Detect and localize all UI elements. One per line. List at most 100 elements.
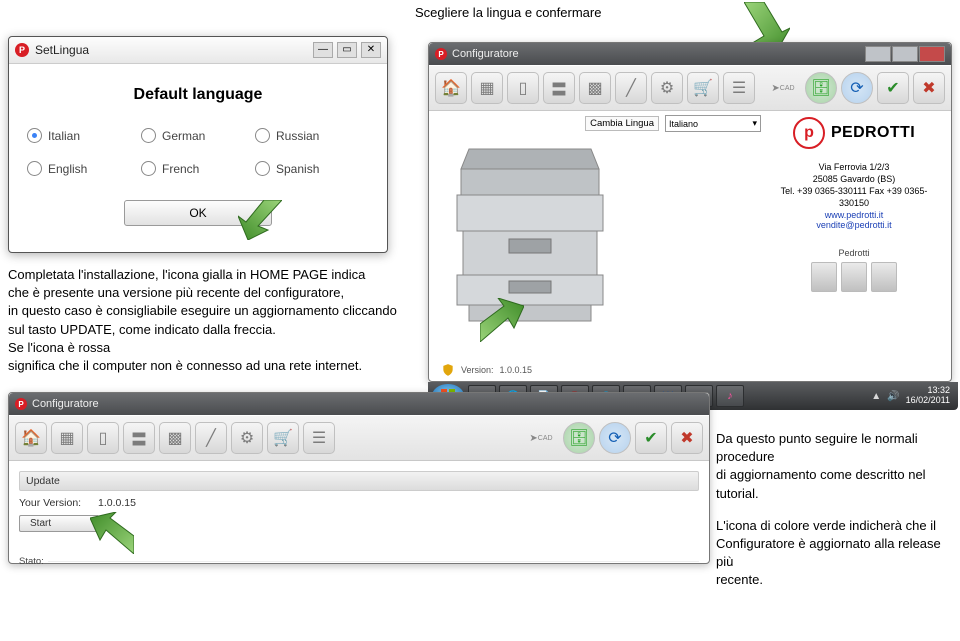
your-version-value: 1.0.0.15 — [98, 497, 136, 509]
taskbar-app[interactable]: ♪ — [716, 385, 744, 407]
toolbar-cad-icon[interactable]: ➤CAD — [523, 423, 559, 453]
lang-label: Spanish — [276, 162, 319, 176]
toolbar-column-icon[interactable]: 〓 — [123, 422, 155, 454]
toolbar-confirm-icon[interactable]: ✔ — [635, 422, 667, 454]
setlingua-titlebar: P SetLingua — ▭ ✕ — [9, 37, 387, 64]
toolbar-tower-icon[interactable]: ▩ — [579, 72, 611, 104]
instruction-paragraph: Completata l'installazione, l'icona gial… — [8, 266, 418, 375]
maximize-button[interactable]: ▭ — [337, 42, 357, 58]
toolbar-augers-icon[interactable]: ╱ — [615, 72, 647, 104]
toolbar-tools-icon[interactable]: ⚙ — [651, 72, 683, 104]
radio-icon — [255, 161, 270, 176]
radio-icon — [255, 128, 270, 143]
brand-email-link[interactable]: vendite@pedrotti.it — [769, 220, 939, 230]
close-button[interactable] — [919, 46, 945, 62]
toolbar-list-icon[interactable]: ☰ — [303, 422, 335, 454]
product-thumb[interactable] — [871, 262, 897, 292]
tray-icon[interactable]: ▲ — [871, 391, 881, 402]
arrow-to-version — [480, 298, 524, 342]
toolbar-database-icon[interactable]: 🗄 — [563, 422, 595, 454]
arrow-to-ok — [238, 200, 282, 240]
toolbar-column-icon[interactable]: 〓 — [543, 72, 575, 104]
toolbar-drum-icon[interactable]: ▯ — [87, 422, 119, 454]
toolbar-home-icon[interactable]: 🏠 — [15, 422, 47, 454]
brand-address: Via Ferrovia 1/2/3 25085 Gavardo (BS) Te… — [769, 161, 939, 210]
update-header: Update — [19, 471, 699, 491]
cambia-lingua-select[interactable]: Italiano ▾ — [665, 115, 761, 132]
toolbar-cart-icon[interactable]: 🛒 — [267, 422, 299, 454]
cambia-lingua-value: Italiano — [669, 119, 698, 129]
instruction-top: Scegliere la lingua e confermare — [415, 4, 601, 22]
cfg2-toolbar: 🏠 ▦ ▯ 〓 ▩ ╱ ⚙ 🛒 ☰ ➤CAD 🗄 ⟳ ✔ ✖ — [9, 415, 709, 461]
brand-site-link[interactable]: www.pedrotti.it — [769, 210, 939, 220]
tray-icon[interactable]: 🔊 — [887, 391, 899, 402]
cfg-titlebar: P Configuratore — [429, 43, 951, 65]
lang-label: Russian — [276, 129, 319, 143]
product-thumb[interactable] — [811, 262, 837, 292]
radio-icon — [27, 128, 42, 143]
addr-line: Via Ferrovia 1/2/3 — [769, 161, 939, 173]
close-button[interactable]: ✕ — [361, 42, 381, 58]
radio-icon — [141, 161, 156, 176]
lang-option-italian[interactable]: Italian — [27, 128, 141, 143]
p-line: Completata l'installazione, l'icona gial… — [8, 266, 418, 284]
cambia-lingua-label: Cambia Lingua — [585, 116, 659, 131]
version-label: Version: — [461, 365, 494, 375]
minimize-button[interactable]: — — [313, 42, 333, 58]
setlingua-heading: Default language — [9, 64, 387, 122]
p-line: sul tasto UPDATE, come indicato dalla fr… — [8, 321, 418, 339]
brand-sublabel: Pedrotti — [769, 248, 939, 258]
r-line: recente. — [716, 571, 954, 589]
brand-name: PEDROTTI — [831, 124, 915, 142]
lang-option-russian[interactable]: Russian — [255, 128, 369, 143]
toolbar-cad-icon[interactable]: ➤CAD — [765, 73, 801, 103]
brand-logo-icon: p — [793, 117, 825, 149]
lang-option-spanish[interactable]: Spanish — [255, 161, 369, 176]
p-line: che è presente una versione più recente … — [8, 284, 418, 302]
cfg-icon: P — [435, 48, 447, 60]
toolbar-list-icon[interactable]: ☰ — [723, 72, 755, 104]
setlingua-title-text: SetLingua — [35, 43, 309, 57]
toolbar-tower-icon[interactable]: ▩ — [159, 422, 191, 454]
toolbar-refresh-icon[interactable]: ⟳ — [599, 422, 631, 454]
taskbar-clock[interactable]: 13:32 16/02/2011 — [906, 386, 954, 406]
p-line: in questo caso è consigliabile eseguire … — [8, 302, 418, 320]
radio-icon — [141, 128, 156, 143]
toolbar-cart-icon[interactable]: 🛒 — [687, 72, 719, 104]
cfg2-titlebar: P Configuratore — [9, 393, 709, 415]
toolbar-database-icon[interactable]: 🗄 — [805, 72, 837, 104]
stato-label: Stato: — [19, 556, 44, 567]
p-line: significa che il computer non è connesso… — [8, 357, 418, 375]
r-line: L'icona di colore verde indicherà che il — [716, 517, 954, 535]
lang-label: English — [48, 162, 87, 176]
product-illustration — [451, 139, 609, 327]
lang-label: German — [162, 129, 205, 143]
toolbar-tools-icon[interactable]: ⚙ — [231, 422, 263, 454]
minimize-button[interactable] — [865, 46, 891, 62]
r-line: Da questo punto seguire le normali proce… — [716, 430, 954, 466]
r-line — [716, 503, 954, 517]
p-line: Se l'icona è rossa — [8, 339, 418, 357]
toolbar-parts-icon[interactable]: ▦ — [51, 422, 83, 454]
toolbar-drum-icon[interactable]: ▯ — [507, 72, 539, 104]
lang-option-english[interactable]: English — [27, 161, 141, 176]
toolbar-augers-icon[interactable]: ╱ — [195, 422, 227, 454]
toolbar-cancel-icon[interactable]: ✖ — [671, 422, 703, 454]
toolbar-cancel-icon[interactable]: ✖ — [913, 72, 945, 104]
toolbar-parts-icon[interactable]: ▦ — [471, 72, 503, 104]
your-version-label: Your Version: — [19, 497, 81, 509]
lang-option-french[interactable]: French — [141, 161, 255, 176]
lang-option-german[interactable]: German — [141, 128, 255, 143]
toolbar-refresh-icon[interactable]: ⟳ — [841, 72, 873, 104]
shield-icon — [441, 363, 455, 377]
start-update-button[interactable]: Start — [19, 515, 99, 532]
cfg-title-text: Configuratore — [452, 48, 865, 60]
product-thumb[interactable] — [841, 262, 867, 292]
maximize-button[interactable] — [892, 46, 918, 62]
toolbar-home-icon[interactable]: 🏠 — [435, 72, 467, 104]
lang-label: Italian — [48, 129, 80, 143]
setlingua-window: P SetLingua — ▭ ✕ Default language Itali… — [8, 36, 388, 253]
brand-block: p PEDROTTI Via Ferrovia 1/2/3 25085 Gava… — [769, 117, 939, 292]
version-value: 1.0.0.15 — [500, 365, 533, 375]
toolbar-confirm-icon[interactable]: ✔ — [877, 72, 909, 104]
